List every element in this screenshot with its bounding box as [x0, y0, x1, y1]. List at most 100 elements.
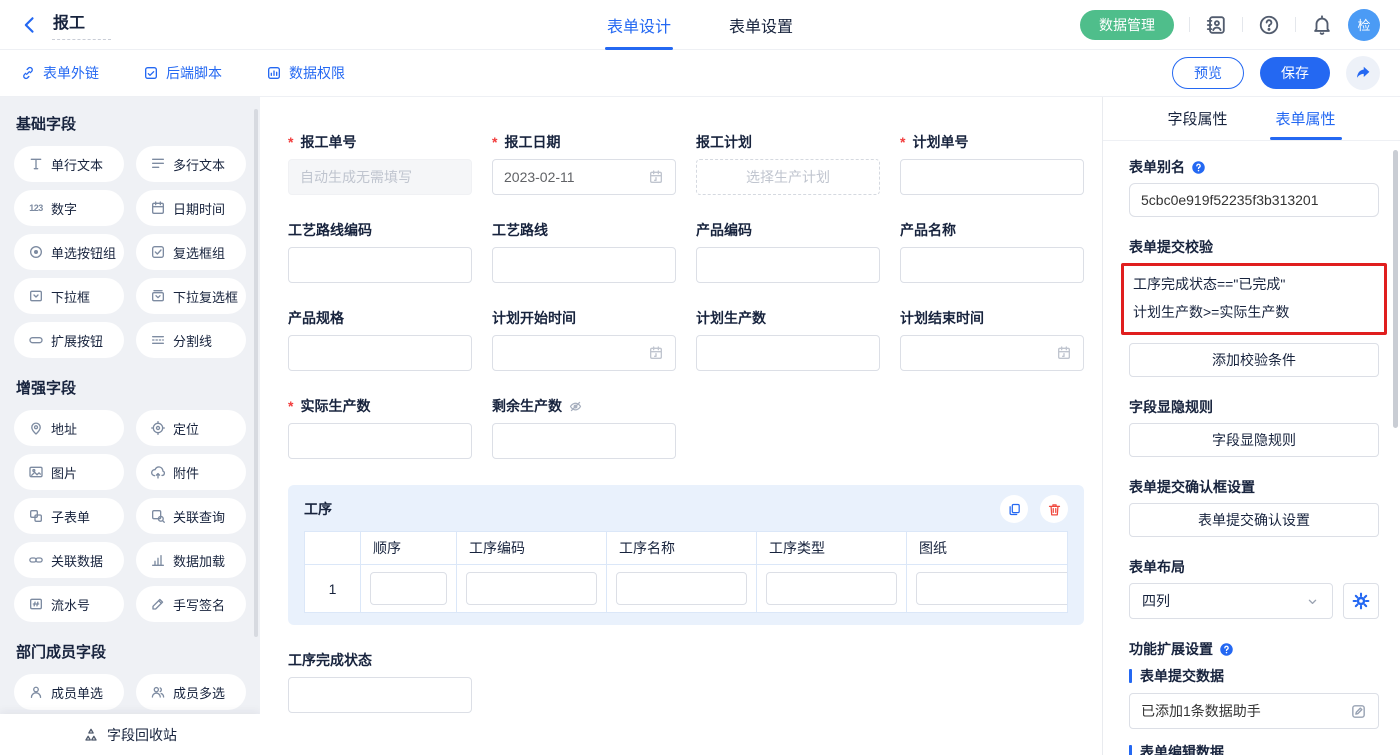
data-manage-button[interactable]: 数据管理 — [1080, 10, 1174, 40]
sidebar-scrollbar[interactable] — [254, 109, 258, 637]
form-field-report-plan[interactable]: 报工计划 选择生产计划 — [696, 133, 880, 195]
form-field-plan-start[interactable]: 计划开始时间 — [492, 309, 676, 371]
help-icon[interactable] — [1191, 160, 1206, 175]
back-icon[interactable] — [20, 15, 40, 35]
field-item-attachment[interactable]: 附件 — [136, 454, 246, 490]
field-item-linked-data[interactable]: 关联数据 — [14, 542, 124, 578]
field-item-subform[interactable]: 子表单 — [14, 498, 124, 534]
form-alias-input[interactable]: 5cbc0e919f52235f3b313201 — [1129, 183, 1379, 217]
bell-icon[interactable] — [1311, 14, 1333, 36]
field-item-linked-query[interactable]: 关联查询 — [136, 498, 246, 534]
subform-copy-button[interactable] — [1000, 495, 1028, 523]
process-status-input[interactable] — [288, 677, 472, 713]
field-item-signature[interactable]: 手写签名 — [136, 586, 246, 622]
report-no-input[interactable]: 自动生成无需填写 — [288, 159, 472, 195]
field-item-image[interactable]: 图片 — [14, 454, 124, 490]
field-label: 报工计划 — [696, 133, 880, 151]
route-input[interactable] — [492, 247, 676, 283]
plan-end-input[interactable] — [900, 335, 1084, 371]
field-item-member-multi[interactable]: 成员多选 — [136, 674, 246, 710]
cell-input-process-name[interactable] — [616, 572, 747, 605]
form-field-report-no[interactable]: 报工单号 自动生成无需填写 — [288, 133, 472, 195]
page-title[interactable]: 报工 — [52, 9, 111, 40]
topbar-tabs: 表单设计 表单设置 — [607, 0, 793, 50]
form-field-plan-qty[interactable]: 计划生产数 — [696, 309, 880, 371]
cell-input-order[interactable] — [370, 572, 447, 605]
help-icon[interactable] — [1219, 642, 1234, 657]
field-item-checkbox-group[interactable]: 复选框组 — [136, 234, 246, 270]
form-field-actual-qty[interactable]: 实际生产数 — [288, 397, 472, 459]
product-name-input[interactable] — [900, 247, 1084, 283]
link-label: 后端脚本 — [166, 63, 222, 83]
field-item-select[interactable]: 下拉框 — [14, 278, 124, 314]
field-item-datetime[interactable]: 日期时间 — [136, 190, 246, 226]
tab-form-settings[interactable]: 表单设置 — [729, 0, 793, 50]
form-field-plan-end[interactable]: 计划结束时间 — [900, 309, 1084, 371]
subform-process[interactable]: 工序 顺序 工序编码 工序名称 — [288, 485, 1084, 625]
form-field-route-code[interactable]: 工艺路线编码 — [288, 221, 472, 283]
form-field-product-code[interactable]: 产品编码 — [696, 221, 880, 283]
form-field-remaining-qty[interactable]: 剩余生产数 — [492, 397, 1084, 459]
product-code-input[interactable] — [696, 247, 880, 283]
field-item-location[interactable]: 定位 — [136, 410, 246, 446]
report-date-input[interactable]: 2023-02-11 — [492, 159, 676, 195]
share-button[interactable] — [1346, 56, 1380, 90]
field-item-multi-line-text[interactable]: 多行文本 — [136, 146, 246, 182]
field-recycle-bin[interactable]: 字段回收站 — [0, 714, 260, 755]
field-item-serial-number[interactable]: 流水号 — [14, 586, 124, 622]
route-code-input[interactable] — [288, 247, 472, 283]
avatar[interactable]: 检 — [1348, 9, 1380, 41]
field-item-radio-group[interactable]: 单选按钮组 — [14, 234, 124, 270]
add-validation-button[interactable]: 添加校验条件 — [1129, 343, 1379, 377]
subform-delete-button[interactable] — [1040, 495, 1068, 523]
form-field-report-date[interactable]: 报工日期 2023-02-11 — [492, 133, 676, 195]
form-field-product-spec[interactable]: 产品规格 — [288, 309, 472, 371]
tab-form-design[interactable]: 表单设计 — [607, 0, 671, 50]
layout-settings-button[interactable] — [1343, 583, 1379, 619]
form-field-plan-no[interactable]: 计划单号 — [900, 133, 1084, 195]
share-icon — [1354, 64, 1372, 82]
cell-input-process-type[interactable] — [766, 572, 897, 605]
plan-qty-input[interactable] — [696, 335, 880, 371]
help-icon[interactable] — [1258, 14, 1280, 36]
edit-icon[interactable] — [1350, 703, 1367, 720]
contact-book-icon[interactable] — [1205, 14, 1227, 36]
field-item-number[interactable]: 123数字 — [14, 190, 124, 226]
cell-input-process-code[interactable] — [466, 572, 597, 605]
validation-rule[interactable]: 工序完成状态=="已完成" — [1133, 270, 1375, 298]
tab-form-properties[interactable]: 表单属性 — [1276, 97, 1336, 140]
properties-panel: 字段属性 表单属性 表单别名 5cbc0e919f52235f3b313201 … — [1103, 97, 1400, 755]
actual-qty-input[interactable] — [288, 423, 472, 459]
submit-confirm-button[interactable]: 表单提交确认设置 — [1129, 503, 1379, 537]
product-spec-input[interactable] — [288, 335, 472, 371]
plan-start-input[interactable] — [492, 335, 676, 371]
remaining-qty-input[interactable] — [492, 423, 676, 459]
field-item-data-load[interactable]: 数据加载 — [136, 542, 246, 578]
field-item-multi-select[interactable]: 下拉复选框 — [136, 278, 246, 314]
preview-button[interactable]: 预览 — [1172, 57, 1244, 89]
field-item-divider[interactable]: 分割线 — [136, 322, 246, 358]
field-item-address[interactable]: 地址 — [14, 410, 124, 446]
form-toolbar: 表单外链 后端脚本 数据权限 预览 保存 — [0, 50, 1400, 97]
visibility-rules-button[interactable]: 字段显隐规则 — [1129, 423, 1379, 457]
field-item-single-line-text[interactable]: 单行文本 — [14, 146, 124, 182]
field-label: 工序完成状态 — [288, 651, 472, 669]
submit-data-box[interactable]: 已添加1条数据助手 — [1129, 693, 1379, 729]
form-field-route[interactable]: 工艺路线 — [492, 221, 676, 283]
field-item-extend-button[interactable]: 扩展按钮 — [14, 322, 124, 358]
plan-no-input[interactable] — [900, 159, 1084, 195]
field-item-member-single[interactable]: 成员单选 — [14, 674, 124, 710]
validation-rule[interactable]: 计划生产数>=实际生产数 — [1133, 298, 1375, 326]
multi-line-text-icon — [150, 156, 166, 172]
layout-select[interactable]: 四列 — [1129, 583, 1333, 619]
panel-scrollbar[interactable] — [1393, 150, 1398, 428]
data-permission-link[interactable]: 数据权限 — [266, 63, 345, 83]
report-plan-picker[interactable]: 选择生产计划 — [696, 159, 880, 195]
form-field-product-name[interactable]: 产品名称 — [900, 221, 1084, 283]
tab-field-properties[interactable]: 字段属性 — [1167, 97, 1227, 140]
backend-script-link[interactable]: 后端脚本 — [143, 63, 222, 83]
form-field-process-status[interactable]: 工序完成状态 — [288, 651, 472, 713]
cell-input-drawing[interactable] — [916, 572, 1068, 605]
form-external-link[interactable]: 表单外链 — [20, 63, 99, 83]
save-button[interactable]: 保存 — [1260, 57, 1330, 89]
